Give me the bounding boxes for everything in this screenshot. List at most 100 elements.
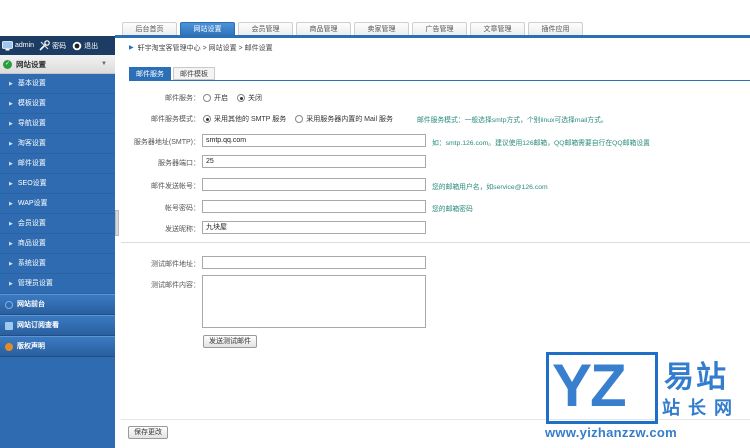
logo-area: [0, 0, 115, 36]
mail-service-label: 邮件服务：: [165, 95, 200, 102]
chevron-right-icon: ▶: [9, 121, 13, 127]
sidebar-item-basic[interactable]: ▶ 基本设置: [0, 74, 115, 94]
sender-account-label: 邮件发送帐号：: [151, 183, 200, 190]
sidebar-group-site-settings[interactable]: ✓ 网站设置 ▼: [0, 55, 115, 74]
sidebar-item-label: 会员设置: [17, 220, 46, 227]
sidebar-item-label: 模板设置: [17, 100, 46, 107]
sender-name-input[interactable]: 九块屋: [202, 221, 426, 234]
tab-articles[interactable]: 文章管理: [470, 22, 525, 36]
check-icon: ✓: [3, 59, 12, 69]
tab-mail-service[interactable]: 邮件服务: [129, 67, 171, 80]
smtp-server-hint: 如：smtp.126.com。建议使用126邮箱，QQ邮箱需要自行在QQ邮箱设置: [432, 140, 650, 147]
tab-mail-template[interactable]: 邮件模板: [173, 67, 215, 80]
username: admin: [15, 42, 35, 49]
section-divider: [121, 242, 750, 243]
chevron-right-icon: ▶: [9, 221, 13, 227]
sidebar-item-label: WAP设置: [17, 200, 48, 207]
sender-name-label: 发送昵称：: [165, 226, 200, 233]
user-bar: admin 密码 退出: [0, 36, 115, 55]
mail-mode-label: 邮件服务模式：: [151, 116, 200, 123]
sidebar-item-label: 系统设置: [17, 260, 46, 267]
tab-sellers[interactable]: 卖家管理: [354, 22, 409, 36]
tools-icon: [39, 40, 50, 51]
top-navigation: 后台首页 网站设置 会员管理 商品管理 卖家管理 广告管理 文章管理 插件应用: [0, 0, 750, 37]
tab-plugins[interactable]: 插件应用: [528, 22, 583, 36]
tab-home[interactable]: 后台首页: [122, 22, 177, 36]
sidebar-item-member[interactable]: ▶ 会员设置: [0, 214, 115, 234]
mail-mode-radios: 采用其他的 SMTP 服务 采用服务器内置的 Mail 服务: [203, 114, 402, 124]
sidebar-item-template[interactable]: ▶ 模板设置: [0, 94, 115, 114]
top-tabs: 后台首页 网站设置 会员管理 商品管理 卖家管理 广告管理 文章管理 插件应用: [122, 22, 586, 37]
sidebar-section-copyright[interactable]: 版权声明: [0, 336, 115, 357]
chevron-right-icon: ▶: [9, 161, 13, 167]
sidebar-item-label: 管理员设置: [17, 280, 53, 287]
sidebar-item-mail[interactable]: ▶ 邮件设置: [0, 154, 115, 174]
test-content-label: 测试邮件内容：: [151, 282, 200, 289]
sidebar-item-taoke[interactable]: ▶ 淘客设置: [0, 134, 115, 154]
sidebar-section-frontend[interactable]: 网站前台: [0, 294, 115, 315]
radio-selected-icon: [237, 94, 245, 102]
mail-service-on[interactable]: 开启: [203, 93, 228, 103]
password-link[interactable]: 密码: [39, 40, 66, 51]
radio-icon: [203, 94, 211, 102]
chevron-right-icon: ▶: [9, 141, 13, 147]
tab-products[interactable]: 商品管理: [296, 22, 351, 36]
sidebar-item-system[interactable]: ▶ 系统设置: [0, 254, 115, 274]
option-label: 采用其他的 SMTP 服务: [214, 116, 287, 123]
breadcrumb: ▶ 轩宇淘宝客管理中心 > 网站设置 > 邮件设置: [121, 38, 750, 57]
sidebar-item-admin[interactable]: ▶ 管理员设置: [0, 274, 115, 294]
radio-selected-icon: [203, 115, 211, 123]
window-icon: [5, 321, 13, 330]
sender-account-hint: 您的邮箱用户名，如service@126.com: [432, 184, 548, 191]
mail-service-off[interactable]: 关闭: [237, 93, 262, 103]
chevron-right-icon: ▶: [9, 81, 13, 87]
mail-mode-smtp[interactable]: 采用其他的 SMTP 服务: [203, 114, 286, 124]
section-label: 版权声明: [17, 343, 45, 350]
smtp-server-input[interactable]: smtp.qq.com: [202, 134, 426, 147]
watermark-logo-mark: YZ: [552, 352, 627, 419]
info-icon: [5, 342, 13, 351]
test-address-input[interactable]: [202, 256, 426, 269]
radio-icon: [295, 115, 304, 123]
tab-members[interactable]: 会员管理: [238, 22, 293, 36]
user-menu[interactable]: admin: [2, 40, 34, 51]
save-button[interactable]: 保存更改: [128, 426, 168, 439]
smtp-server-label: 服务器地址(SMTP)：: [133, 139, 200, 146]
watermark-title: 易站: [664, 361, 728, 394]
sidebar-group-title: 网站设置: [16, 59, 46, 69]
option-label: 开启: [214, 95, 228, 102]
logout-label: 退出: [84, 42, 99, 50]
account-password-label: 帐号密码：: [165, 205, 200, 212]
sidebar-item-product[interactable]: ▶ 商品设置: [0, 234, 115, 254]
sidebar-item-label: 导航设置: [17, 120, 46, 127]
chevron-right-icon: ▶: [9, 261, 13, 267]
sidebar: admin 密码 退出 ✓ 网站设置 ▼ ▶ 基本设置 ▶ 模板设置 ▶ 导航设置 ▶…: [0, 36, 115, 448]
chevron-down-icon: ▼: [101, 61, 107, 67]
breadcrumb-text: 轩宇淘宝客管理中心 > 网站设置 > 邮件设置: [137, 44, 273, 52]
sidebar-item-label: 邮件设置: [17, 160, 46, 167]
sender-account-input[interactable]: [202, 178, 426, 191]
sidebar-item-seo[interactable]: ▶ SEO设置: [0, 174, 115, 194]
sidebar-section-subscribe[interactable]: 网站订阅查看: [0, 315, 115, 336]
chevron-right-icon: ▶: [9, 281, 13, 287]
test-content-textarea[interactable]: [202, 275, 426, 328]
sidebar-item-label: 基本设置: [17, 80, 46, 87]
logout-link[interactable]: 退出: [71, 40, 98, 51]
chevron-right-icon: ▶: [9, 181, 13, 187]
tab-ads[interactable]: 广告管理: [412, 22, 467, 36]
send-test-mail-button[interactable]: 发送测试邮件: [203, 335, 257, 348]
sidebar-item-wap[interactable]: ▶ WAP设置: [0, 194, 115, 214]
mail-service-radios: 开启 关闭: [203, 93, 271, 103]
sidebar-item-navigation[interactable]: ▶ 导航设置: [0, 114, 115, 134]
smtp-port-input[interactable]: 25: [202, 155, 426, 168]
monitor-icon: [2, 40, 13, 51]
sidebar-collapse-handle[interactable]: [115, 210, 119, 236]
option-label: 采用服务器内置的 Mail 服务: [306, 116, 393, 123]
account-password-input[interactable]: [202, 200, 426, 213]
test-address-label: 测试邮件地址：: [151, 261, 200, 268]
arrow-icon: ▶: [129, 45, 134, 51]
bullet-icon: [5, 300, 13, 309]
watermark-url: www.yizhanzzw.com: [545, 425, 677, 440]
chevron-right-icon: ▶: [9, 201, 13, 207]
mail-mode-builtin[interactable]: 采用服务器内置的 Mail 服务: [295, 114, 393, 124]
